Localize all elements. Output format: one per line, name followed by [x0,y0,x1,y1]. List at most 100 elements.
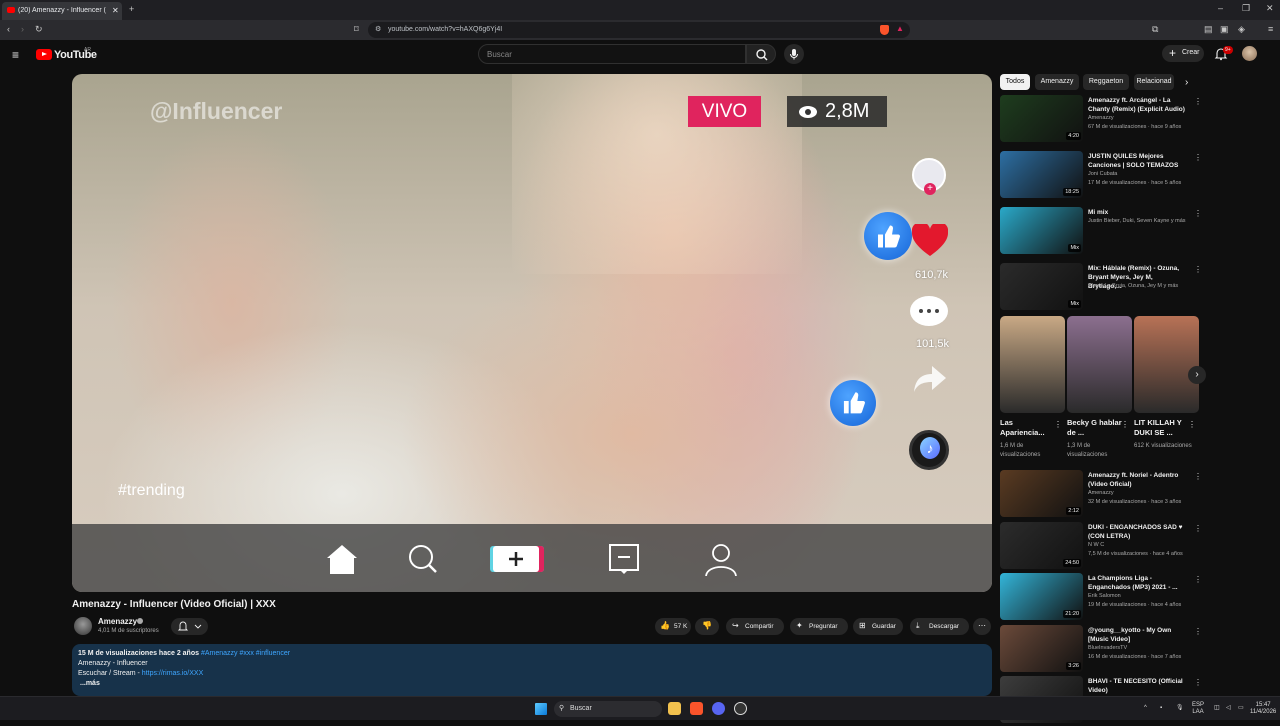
obs-icon[interactable] [734,702,747,715]
chip-amenazzy[interactable]: Amenazzy [1035,74,1079,90]
video-thumbnail[interactable]: 3:26 [1000,624,1083,672]
chip-relacionado[interactable]: Relacionad [1134,74,1174,90]
video-title[interactable]: La Champions Liga - Enganchados (MP3) 20… [1088,574,1188,592]
video-thumbnail[interactable]: 21:20 [1000,573,1083,620]
youtube-logo-icon[interactable] [36,49,52,60]
recommended-video[interactable]: 24:50 DUKI - ENGANCHADOS SAD ♥ (CON LETRA… [1000,521,1202,572]
recommended-video[interactable]: 4:20 Amenazzy ft. Arcángel - La Chanty (R… [1000,95,1202,145]
video-thumbnail[interactable]: Mix [1000,207,1083,254]
reload-icon[interactable]: ↻ [35,25,43,34]
search-button[interactable] [746,44,776,64]
short-title[interactable]: Becky G hablar de ... [1067,418,1122,438]
video-title[interactable]: DUKI - ENGANCHADOS SAD ♥ (CON LETRA) [1088,523,1188,541]
video-title[interactable]: BHAVI - TE NECESITO (Official Video) [1088,677,1188,695]
new-tab-icon[interactable]: + [129,5,134,14]
chip-reggaeton[interactable]: Reggaeton [1083,74,1129,90]
rewards-icon[interactable]: ▲ [896,24,904,33]
search-input[interactable]: Buscar [478,44,746,64]
save-button[interactable]: ⊞ Guardar [853,618,903,635]
more-options-icon[interactable]: ⋮ [1194,575,1202,584]
show-more-link[interactable]: ...más [80,680,100,687]
channel-name[interactable]: Amenazzy [98,617,137,626]
more-options-icon[interactable]: ⋮ [1054,420,1062,429]
like-button[interactable]: 👍 57 K [655,618,691,635]
tray-overflow-icon[interactable]: ^ [1144,705,1147,712]
volume-icon[interactable]: ◁ [1226,705,1231,712]
restore-icon[interactable]: ❐ [1242,4,1250,13]
description-box[interactable]: 15 M de visualizaciones hace 2 años #Ame… [72,644,992,696]
address-bar[interactable]: ⚙ youtube.com/watch?v=hAXQ6g6Yj4I ▲ [368,22,910,38]
more-options-icon[interactable]: ⋮ [1194,153,1202,162]
browser-tab[interactable]: (20) Amenazzy - Influencer (V ✕ [2,2,122,20]
recommended-video[interactable]: 2:12 Amenazzy ft. Noriel - Adentro (Video… [1000,470,1202,520]
video-title[interactable]: Amenazzy ft. Arcángel - La Chanty (Remix… [1088,96,1188,114]
channel-name[interactable]: Amenazzy [1088,115,1114,121]
channel-name[interactable]: Joni Cubata [1088,171,1117,177]
video-title[interactable]: @young__kyotto - My Own [Music Video] [1088,626,1188,644]
channel-name[interactable]: BlueInvadersTV [1088,645,1127,651]
tray-mic-icon[interactable]: 🎙 [1176,705,1184,712]
recommended-video[interactable]: 3:26 @young__kyotto - My Own [Music Video… [1000,624,1202,675]
channel-name[interactable]: Alexio La Bruja, Ozuna, Jey M y más [1088,283,1178,289]
video-thumbnail[interactable]: 2:12 [1000,470,1083,517]
video-title[interactable]: JUSTIN QUILES Mejores Canciones | SOLO T… [1088,152,1188,170]
more-options-icon[interactable]: ⋮ [1194,472,1202,481]
windows-start-icon[interactable] [535,703,547,715]
video-thumbnail[interactable]: Mix [1000,263,1083,310]
recommended-video[interactable]: 21:20 La Champions Liga - Enganchados (MP… [1000,573,1202,623]
battery-icon[interactable]: ▭ [1238,705,1244,712]
channel-avatar[interactable] [74,617,92,635]
short-title[interactable]: Las Apariencia... [1000,418,1055,438]
discord-icon[interactable] [712,702,725,715]
network-icon[interactable]: ◫ [1214,705,1220,712]
more-options-icon[interactable]: ⋮ [1194,627,1202,636]
menu-icon[interactable]: ≡ [1268,25,1273,34]
more-options-icon[interactable]: ⋮ [1194,524,1202,533]
channel-name[interactable]: Erik Salomon [1088,593,1121,599]
forward-icon[interactable]: › [21,25,24,34]
ask-button[interactable]: ✦ Preguntar [790,618,848,635]
video-title[interactable]: Mi mix [1088,208,1188,217]
taskbar-search-input[interactable]: ⚲ Buscar [554,701,662,717]
short-thumbnail[interactable] [1134,316,1199,413]
more-actions-button[interactable]: ⋯ [973,618,991,635]
hamburger-menu-icon[interactable]: ≡ [12,48,19,62]
recommended-video[interactable]: Mix Mix: Háblale (Remix) - Ozuna, Bryant … [1000,263,1202,313]
video-thumbnail[interactable]: 4:20 [1000,95,1083,142]
recommended-video[interactable]: 18:25 JUSTIN QUILES Mejores Canciones | S… [1000,151,1202,201]
minimize-icon[interactable]: – [1218,4,1223,13]
account-avatar[interactable] [1242,46,1257,61]
video-thumbnail[interactable]: 18:25 [1000,151,1083,198]
video-thumbnail[interactable]: 24:50 [1000,521,1083,569]
sidebar-icon[interactable]: ▤ [1204,25,1213,34]
recommended-video[interactable]: Mix Mi mix Justin Bieber, Duki, Seven Kayn… [1000,207,1202,257]
share-button[interactable]: ↪ Compartir [726,618,784,635]
download-button[interactable]: ⤓ Descargar [910,618,969,635]
channel-name[interactable]: Amenazzy [1088,490,1114,496]
more-options-icon[interactable]: ⋮ [1194,678,1202,687]
channel-name[interactable]: N W C [1088,542,1104,548]
keyboard-language[interactable]: ESP LAA [1192,702,1204,716]
more-options-icon[interactable]: ⋮ [1188,420,1196,429]
chips-next-chevron-icon[interactable]: › [1185,77,1188,88]
more-options-icon[interactable]: ⋮ [1194,209,1202,218]
more-options-icon[interactable]: ⋮ [1194,97,1202,106]
vpn-icon[interactable]: ◈ [1238,25,1245,34]
more-options-icon[interactable]: ⋮ [1121,420,1129,429]
stream-link[interactable]: https://rimas.io/XXX [142,670,203,677]
tray-app-icon[interactable]: ▪ [1160,705,1162,712]
create-button[interactable]: + Crear [1162,45,1204,62]
short-thumbnail[interactable] [1067,316,1132,413]
more-options-icon[interactable]: ⋮ [1194,265,1202,274]
chip-todos[interactable]: Todos [1000,74,1030,90]
video-title[interactable]: Amenazzy ft. Noriel - Adentro (Video Ofi… [1088,471,1188,489]
short-thumbnail[interactable] [1000,316,1065,413]
short-title[interactable]: LIT KILLAH Y DUKI SE ... [1134,418,1189,438]
brave-shield-icon[interactable] [880,25,889,35]
dislike-button[interactable]: 👎 [695,618,719,635]
extensions-icon[interactable]: ⧉ [1152,25,1158,34]
shorts-next-button[interactable]: › [1188,366,1206,384]
subscription-bell-button[interactable] [171,618,208,635]
voice-search-button[interactable] [784,44,804,64]
site-info-icon[interactable]: ⚙ [375,25,381,33]
